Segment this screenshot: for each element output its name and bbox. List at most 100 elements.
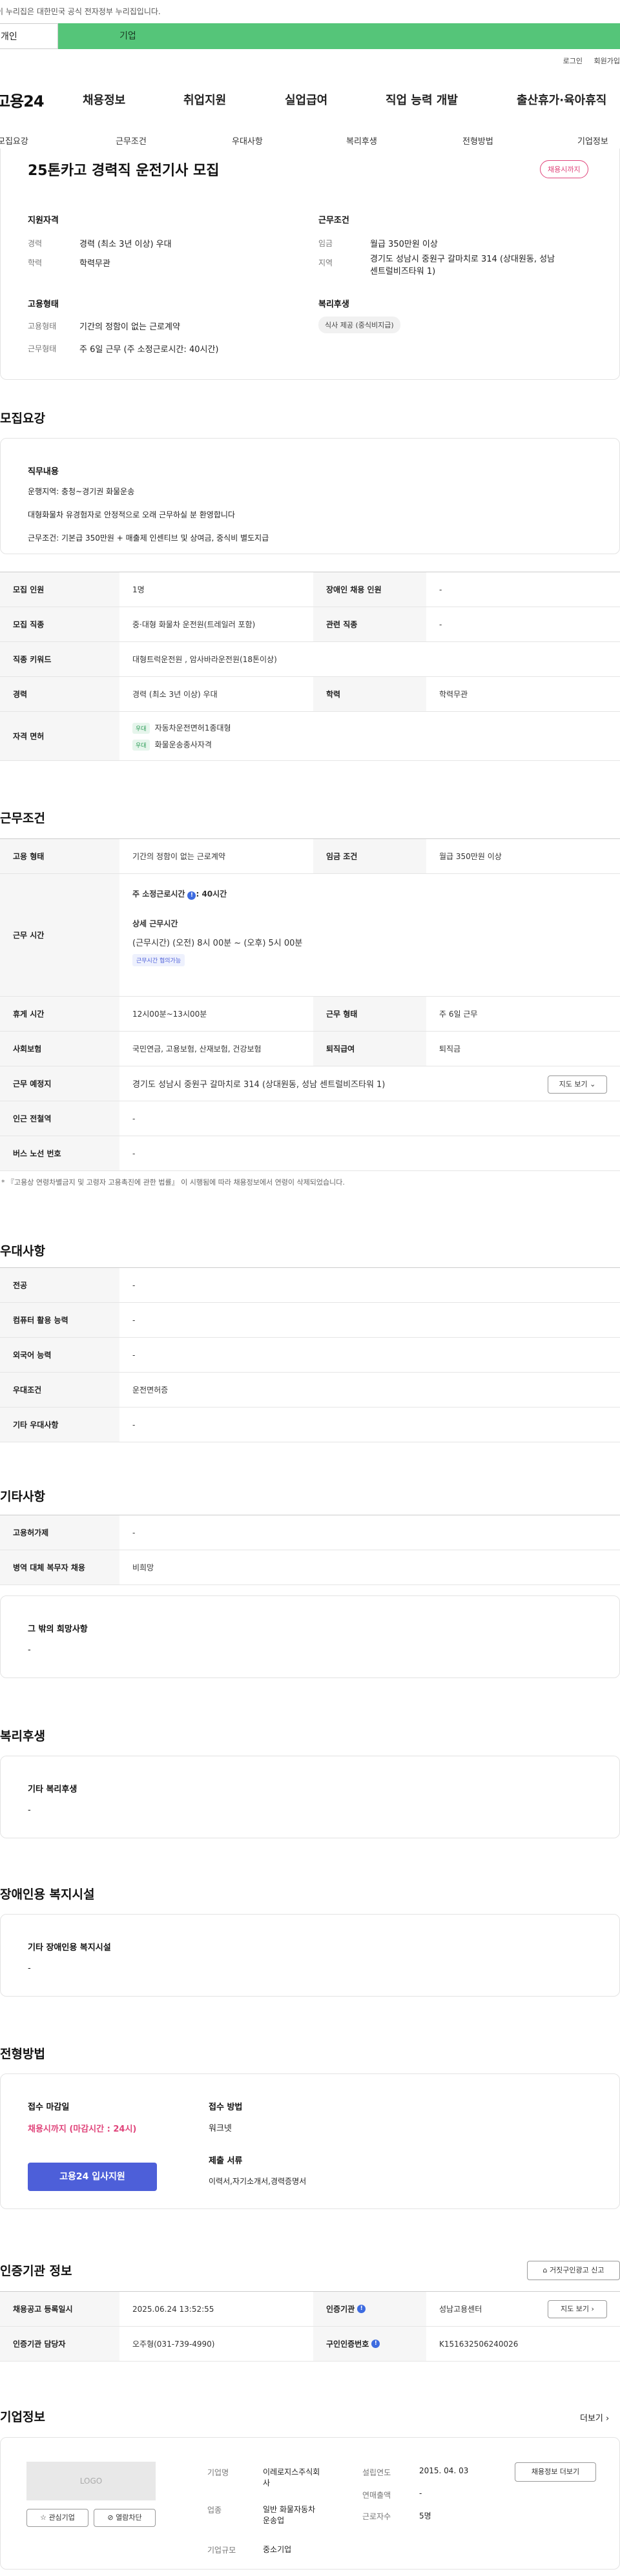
fav-company-button[interactable]: ☆ 관심기업 <box>26 2509 88 2527</box>
gnb-item-unemployment[interactable]: 실업급여 <box>285 91 327 108</box>
tab-recruit[interactable]: 모집요강 <box>0 134 28 147</box>
more-label: 더보기 <box>580 2414 603 2424</box>
num-key: 구인인증번호 <box>326 2340 369 2349</box>
recruit-table: 모집 인원 1명 장애인 채용 인원 - 모집 직종 중·대형 화물차 운전원(… <box>0 572 620 761</box>
name-line-1: 이레로지스주식회 <box>263 2467 320 2477</box>
company-jobs-button[interactable]: 채용정보 더보기 <box>515 2462 596 2482</box>
loc-line-2: 센트럴비즈타워 1) <box>370 267 436 276</box>
table-row: 경력 경력 (최소 3년 이상) 우대 학력 학력무관 <box>0 677 620 712</box>
est-key: 설립연도 <box>362 2468 391 2477</box>
cell-value: 학력무관 <box>439 690 468 699</box>
chevron-right-icon: › <box>591 2305 594 2313</box>
block-company-button[interactable]: ⊘ 열람차단 <box>94 2509 156 2527</box>
emp-label: 고용형태 <box>28 300 59 309</box>
gnb-item-training[interactable]: 직업 능력 개발 <box>386 91 458 108</box>
disability-label: 기타 장애인용 복지시설 <box>28 1943 111 1953</box>
table-row: 버스 노선 번호 - <box>0 1136 620 1171</box>
work-time-detail: 주 소정근로시간!: 40시간 상세 근무시간 (근무시간) (오전) 8시 0… <box>119 874 620 996</box>
gnb-item-jobs[interactable]: 채용정보 <box>83 91 125 108</box>
site-logo[interactable]: 고용24 <box>0 88 74 111</box>
cell-value: 오주형(031-739-4990) <box>132 2340 215 2349</box>
company-name-value: 이레로지스주식회 사 <box>263 2466 320 2488</box>
size-value: 중소기업 <box>263 2545 292 2554</box>
loc-key: 지역 <box>318 258 333 267</box>
cell-value: 경기도 성남시 중원구 갈마치로 314 (상대원동, 성남 센트럴비즈타워 1… <box>119 1066 620 1101</box>
join-link[interactable]: 회원가입 <box>594 57 620 65</box>
cell-value: - <box>132 1148 136 1158</box>
info-icon[interactable]: ! <box>371 2340 380 2348</box>
cell-value: - <box>132 1350 136 1360</box>
cell-value: - <box>132 1114 136 1123</box>
cell-value: - <box>439 585 442 594</box>
cell-key: 기타 우대사항 <box>0 1407 119 1442</box>
consult-chip: 근무시간 협의가능 <box>132 954 185 966</box>
report-button[interactable]: ⌂ 거짓구인광고 신고 <box>527 2261 620 2280</box>
table-row: 고용 형태 기간의 정함이 없는 근로계약 임금 조건 월급 350만원 이상 <box>0 839 620 874</box>
login-link[interactable]: 로그인 <box>563 57 583 65</box>
gnb-item-leave[interactable]: 출산휴가·육아휴직 <box>517 91 620 108</box>
edu-key: 학력 <box>28 258 43 267</box>
hours-value: 주 6일 근무 (주 소정근로시간: 40시간) <box>79 345 219 355</box>
cell-key: 휴게 시간 <box>0 997 119 1031</box>
table-row: 전공 - <box>0 1268 620 1303</box>
welfare-label: 복리후생 <box>318 300 349 309</box>
cell-value: 비희망 <box>132 1563 154 1572</box>
company-more-link[interactable]: 더보기 › <box>580 2411 609 2424</box>
cell-key: 직종 키워드 <box>0 642 119 676</box>
loc-value: 경기도 성남시 중원구 갈마치로 314 (상대원동, 성남 센트럴비즈타워 1) <box>370 252 609 276</box>
recruit-heading: 모집요강 <box>0 411 45 426</box>
selection-card: 접수 마감일 채용시까지 (마감시간 : 24시) 고용24 입사지원 접수 방… <box>0 2073 620 2209</box>
age-law-note: * 『고용상 연령차별금지 및 고령자 고용촉진에 관한 법률』 이 시행됨에 … <box>1 1178 345 1187</box>
agency-map-button[interactable]: 지도 보기 › <box>548 2300 607 2318</box>
cell-key: 모집 인원 <box>0 572 119 607</box>
duty-line: 운행지역: 충청~경기권 화물운송 <box>28 487 135 496</box>
cell-key: 우대조건 <box>0 1373 119 1407</box>
cell-value: 퇴직금 <box>439 1044 461 1054</box>
etc-heading: 기타사항 <box>0 1490 45 1504</box>
pref-chip: 우대 <box>132 722 150 734</box>
cell-key: 컴퓨터 활용 능력 <box>0 1303 119 1337</box>
agency-heading: 인증기관 정보 <box>0 2264 72 2278</box>
employee-value: 5명 <box>419 2511 431 2520</box>
tab-company[interactable]: 기업정보 <box>577 134 608 147</box>
cell-key: 퇴직급여 <box>313 1032 426 1066</box>
deadline-label: 접수 마감일 <box>28 2103 70 2112</box>
table-row: 고용허가제 - <box>0 1515 620 1550</box>
utility-menu: 로그인 회원가입 <box>554 56 620 66</box>
table-row: 병역 대체 복무자 채용 비희망 <box>0 1550 620 1585</box>
info-icon[interactable]: ! <box>187 891 196 900</box>
industry-key: 업종 <box>207 2506 222 2515</box>
exp-value: 경력 (최소 3년 이상) 우대 <box>79 240 172 249</box>
info-icon[interactable]: ! <box>357 2305 366 2313</box>
apply-button[interactable]: 고용24 입사지원 <box>28 2163 157 2191</box>
tab-individual[interactable]: 개인 <box>0 23 58 49</box>
gnb-item-employment-support[interactable]: 취업지원 <box>183 91 226 108</box>
cell-value: 국민연금, 고용보험, 산재보험, 건강보험 <box>132 1044 262 1054</box>
table-row: 외국어 능력 - <box>0 1338 620 1373</box>
welfare-card: 기타 복리후생 - <box>0 1756 620 1838</box>
tab-work[interactable]: 근무조건 <box>116 134 147 147</box>
cell-key: 자격 면허 <box>0 712 119 760</box>
table-row: 직종 키워드 대형트럭운전원 , 암사바라운전원(18톤이상) <box>0 642 620 677</box>
tab-pref[interactable]: 우대사항 <box>232 134 263 147</box>
map-label: 지도 보기 <box>561 2305 590 2313</box>
tab-business[interactable]: 기업 <box>58 23 620 49</box>
star-icon: ☆ <box>40 2513 46 2522</box>
cond-label: 근무조건 <box>318 216 349 225</box>
cell-key: 관련 직종 <box>313 607 426 641</box>
size-key: 기업규모 <box>207 2546 236 2555</box>
table-row: 채용공고 등록일시 2025.06.24 13:52:55 인증기관! 성남고용… <box>0 2292 620 2327</box>
employee-key: 근로자수 <box>362 2512 391 2521</box>
cell-key: 인증기관! <box>313 2292 426 2326</box>
tab-welfare[interactable]: 복리후생 <box>346 134 377 147</box>
map-button[interactable]: 지도 보기 ⌄ <box>548 1075 607 1094</box>
table-row: 모집 인원 1명 장애인 채용 인원 - <box>0 572 620 607</box>
pay-value: 월급 350만원 이상 <box>370 240 438 249</box>
work-table: 고용 형태 기간의 정함이 없는 근로계약 임금 조건 월급 350만원 이상 … <box>0 838 620 1171</box>
cell-value: 12시00분~13시00분 <box>132 1010 207 1019</box>
cell-key: 인증기관 담당자 <box>0 2327 119 2361</box>
summary-card: 25톤카고 경력직 운전기사 모집 채용시까지 지원자격 경력 경력 (최소 3… <box>0 149 620 380</box>
tab-selection[interactable]: 전형방법 <box>462 134 493 147</box>
pay-key: 임금 <box>318 239 333 248</box>
cell-value: 1명 <box>132 585 145 594</box>
